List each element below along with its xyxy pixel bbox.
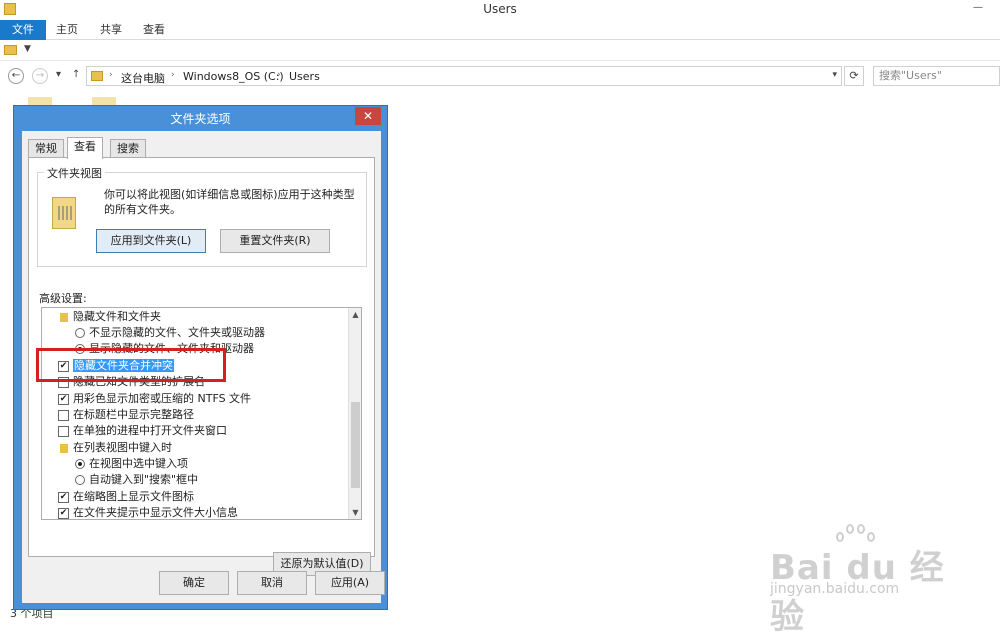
folder-icon	[60, 443, 68, 453]
radio-select-typed-item[interactable]: 在视图中选中键入项	[75, 456, 188, 472]
checkbox-separate-process[interactable]: 在单独的进程中打开文件夹窗口	[58, 423, 227, 439]
chevron-up-icon[interactable]: ▲	[349, 310, 361, 319]
forward-button[interactable]: →	[32, 68, 48, 84]
radio-button[interactable]	[75, 459, 85, 469]
close-button[interactable]: ✕	[355, 107, 381, 125]
recent-locations-icon[interactable]: ▾	[56, 69, 61, 80]
tree-item-label: 隐藏文件和文件夹	[73, 310, 161, 323]
breadcrumb-this-pc[interactable]: 这台电脑	[121, 70, 165, 86]
tree-item-label: 在单独的进程中打开文件夹窗口	[73, 424, 227, 437]
tree-folder-hidden-files[interactable]: 隐藏文件和文件夹	[60, 309, 161, 325]
radio-type-into-search[interactable]: 自动键入到"搜索"框中	[75, 472, 198, 488]
tab-general[interactable]: 常规	[28, 139, 64, 157]
radio-button[interactable]	[75, 475, 85, 485]
tree-item-label: 在视图中选中键入项	[89, 457, 188, 470]
watermark-url: jingyan.baidu.com	[770, 581, 900, 597]
tab-file[interactable]: 文件	[0, 20, 46, 40]
tree-item-label: 在标题栏中显示完整路径	[73, 408, 194, 421]
folder-icon[interactable]	[92, 97, 116, 105]
folder-views-label: 文件夹视图	[44, 165, 105, 181]
tab-view[interactable]: 查看	[67, 137, 103, 159]
checkbox[interactable]: ✔	[58, 507, 69, 519]
customize-dropdown-icon[interactable]: ▼	[24, 44, 31, 54]
chevron-down-icon[interactable]: ▼	[349, 508, 361, 517]
address-bar[interactable]: › 这台电脑 › Windows8_OS (C:) › Users ▾	[86, 66, 842, 86]
apply-to-folders-button[interactable]: 应用到文件夹(L)	[96, 229, 206, 253]
tree-item-label: 在缩略图上显示文件图标	[73, 490, 194, 503]
scrollbar[interactable]: ▲ ▼	[348, 308, 361, 519]
advanced-settings-label: 高级设置:	[39, 292, 87, 305]
breadcrumb-drive[interactable]: Windows8_OS (C:)	[183, 70, 284, 83]
tab-home[interactable]: 主页	[47, 20, 87, 40]
tree-item-label: 自动键入到"搜索"框中	[89, 473, 199, 486]
minimize-button[interactable]: —	[972, 2, 984, 14]
apply-button[interactable]: 应用(A)	[315, 571, 385, 595]
folder-icon[interactable]	[28, 97, 52, 105]
window-title: Users	[483, 2, 517, 16]
ok-button[interactable]: 确定	[159, 571, 229, 595]
folder-icon	[91, 71, 103, 81]
dialog-title: 文件夹选项	[170, 112, 231, 126]
navigation-bar: ← → ▾ ↑ › 这台电脑 › Windows8_OS (C:) › User…	[0, 63, 1000, 89]
checkbox[interactable]	[58, 409, 69, 421]
title-bar: Users —	[0, 0, 1000, 20]
checkbox[interactable]: ✔	[58, 491, 69, 503]
refresh-button[interactable]: ⟳	[844, 66, 864, 86]
folder-views-group: 文件夹视图 你可以将此视图(如详细信息或图标)应用于这种类型的所有文件夹。 应用…	[37, 165, 367, 267]
checkbox-size-info[interactable]: ✔ 在文件夹提示中显示文件大小信息	[58, 505, 238, 519]
tab-share[interactable]: 共享	[91, 20, 131, 40]
tree-item-label: 在文件夹提示中显示文件大小信息	[73, 506, 238, 519]
folder-view-icon	[52, 197, 76, 229]
chevron-right-icon: ›	[277, 70, 281, 80]
radio-dont-show-hidden[interactable]: 不显示隐藏的文件、文件夹或驱动器	[75, 325, 265, 341]
ribbon-tabs: 文件 主页 共享 查看	[0, 20, 1000, 40]
baidu-watermark: Bai du 经验 jingyan.baidu.com	[770, 522, 970, 637]
tree-item-label: 用彩色显示加密或压缩的 NTFS 文件	[73, 392, 252, 405]
chevron-right-icon: ›	[109, 70, 113, 80]
checkbox-full-path-title[interactable]: 在标题栏中显示完整路径	[58, 407, 194, 423]
breadcrumb-users[interactable]: Users	[289, 70, 320, 83]
radio-button[interactable]	[75, 328, 85, 338]
scrollbar-thumb[interactable]	[351, 402, 360, 488]
annotation-highlight-box	[36, 348, 226, 382]
folder-views-description: 你可以将此视图(如详细信息或图标)应用于这种类型的所有文件夹。	[104, 188, 355, 216]
tree-item-label: 不显示隐藏的文件、文件夹或驱动器	[89, 326, 265, 339]
chevron-down-icon[interactable]: ▾	[832, 70, 837, 80]
tab-search[interactable]: 搜索	[110, 139, 146, 157]
tab-view[interactable]: 查看	[134, 20, 174, 40]
tree-item-label: 在列表视图中键入时	[73, 441, 172, 454]
chevron-right-icon: ›	[171, 70, 175, 80]
folder-icon	[60, 312, 68, 322]
checkbox-thumbnail-icon[interactable]: ✔ 在缩略图上显示文件图标	[58, 489, 194, 505]
tree-folder-typing[interactable]: 在列表视图中键入时	[60, 440, 172, 456]
search-input[interactable]: 搜索"Users"	[873, 66, 1000, 86]
checkbox-color-ntfs[interactable]: ✔ 用彩色显示加密或压缩的 NTFS 文件	[58, 391, 251, 407]
checkbox[interactable]	[58, 425, 69, 437]
cancel-button[interactable]: 取消	[237, 571, 307, 595]
quick-access-toolbar: ▼	[0, 41, 1000, 61]
advanced-settings-list[interactable]: 隐藏文件和文件夹 不显示隐藏的文件、文件夹或驱动器 显示隐藏的文件、文件夹和驱动…	[41, 307, 362, 520]
back-button[interactable]: ←	[8, 68, 24, 84]
reset-folders-button[interactable]: 重置文件夹(R)	[220, 229, 330, 253]
folder-icon[interactable]	[4, 45, 17, 55]
up-button[interactable]: ↑	[72, 69, 80, 80]
checkbox[interactable]: ✔	[58, 393, 69, 405]
